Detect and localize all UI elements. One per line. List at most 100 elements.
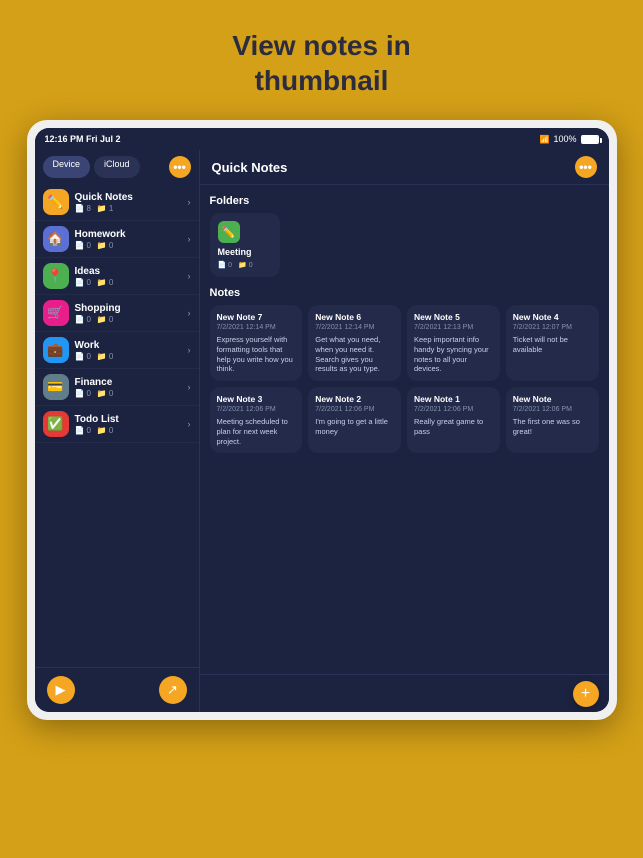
quick-notes-notes: 📄 8 <box>75 204 91 213</box>
note-4-title: New Note 4 <box>513 312 592 322</box>
work-chevron: › <box>188 345 191 355</box>
quick-notes-folders: 📁 1 <box>97 204 113 213</box>
shopping-chevron: › <box>188 308 191 318</box>
folders-section-title: Folders <box>210 195 599 207</box>
note-5[interactable]: New Note 5 7/2/2021 12:13 PM Keep import… <box>407 305 500 381</box>
status-bar: 12:16 PM Fri Jul 2 📶 100% <box>35 128 609 150</box>
note-2-body: I'm going to get a little money <box>315 417 394 437</box>
note-6[interactable]: New Note 6 7/2/2021 12:14 PM Get what yo… <box>308 305 401 381</box>
quick-notes-meta: 📄 8 📁 1 <box>75 204 188 213</box>
note-7-date: 7/2/2021 12:14 PM <box>217 324 296 331</box>
note-2[interactable]: New Note 2 7/2/2021 12:06 PM I'm going t… <box>308 387 401 453</box>
battery-percent: 100% <box>553 134 576 144</box>
main-container: Quick Notes ••• Folders ✏️ Meeting 📄 0 <box>200 150 609 712</box>
sidebar-tabs: Device iCloud ••• <box>35 150 199 184</box>
sidebar: Device iCloud ••• ✏️ Quick Notes 📄 8 📁 1 <box>35 150 200 712</box>
folder-meeting[interactable]: ✏️ Meeting 📄 0 📁 0 <box>210 213 280 277</box>
main-scroll: Folders ✏️ Meeting 📄 0 📁 0 <box>200 185 609 674</box>
todo-chevron: › <box>188 419 191 429</box>
sidebar-item-work[interactable]: 💼 Work 📄 0 📁 0 › <box>35 332 199 369</box>
share-btn[interactable]: ↗ <box>159 676 187 704</box>
note-6-title: New Note 6 <box>315 312 394 322</box>
note-5-title: New Note 5 <box>414 312 493 322</box>
battery-icon <box>581 135 599 144</box>
sidebar-item-shopping[interactable]: 🛒 Shopping 📄 0 📁 0 › <box>35 295 199 332</box>
todo-label: Todo List <box>75 414 188 425</box>
shopping-icon: 🛒 <box>43 300 69 326</box>
note-4-date: 7/2/2021 12:07 PM <box>513 324 592 331</box>
sidebar-item-todo[interactable]: ✅ Todo List 📄 0 📁 0 › <box>35 406 199 443</box>
main-content: Quick Notes ••• Folders ✏️ Meeting 📄 0 <box>200 150 609 674</box>
sidebar-footer: ▶ ↗ <box>35 667 199 712</box>
notes-section-title: Notes <box>210 287 599 299</box>
add-note-btn[interactable]: + <box>573 681 599 707</box>
note-1-date: 7/2/2021 12:06 PM <box>414 406 493 413</box>
note-4-body: Ticket will not be available <box>513 335 592 355</box>
main-title: Quick Notes <box>212 160 288 175</box>
homework-meta: 📄 0 📁 0 <box>75 241 188 250</box>
folder-meeting-meta: 📄 0 📁 0 <box>218 261 272 269</box>
homework-chevron: › <box>188 234 191 244</box>
folder-meeting-icon: ✏️ <box>218 221 240 243</box>
sidebar-more-btn[interactable]: ••• <box>169 156 191 178</box>
notes-grid: New Note 7 7/2/2021 12:14 PM Express you… <box>210 305 599 453</box>
ideas-chevron: › <box>188 271 191 281</box>
note-3-date: 7/2/2021 12:06 PM <box>217 406 296 413</box>
note-1-title: New Note 1 <box>414 394 493 404</box>
note-6-date: 7/2/2021 12:14 PM <box>315 324 394 331</box>
note-0-title: New Note <box>513 394 592 404</box>
note-7-title: New Note 7 <box>217 312 296 322</box>
tab-device[interactable]: Device <box>43 156 91 178</box>
note-2-date: 7/2/2021 12:06 PM <box>315 406 394 413</box>
folders-grid: ✏️ Meeting 📄 0 📁 0 <box>210 213 599 277</box>
shopping-meta: 📄 0 📁 0 <box>75 315 188 324</box>
page-title: View notes in thumbnail <box>232 28 410 98</box>
quick-notes-icon: ✏️ <box>43 189 69 215</box>
note-0-body: The first one was so great! <box>513 417 592 437</box>
note-5-body: Keep important info handy by syncing you… <box>414 335 493 374</box>
main-more-btn[interactable]: ••• <box>575 156 597 178</box>
finance-chevron: › <box>188 382 191 392</box>
ideas-meta: 📄 0 📁 0 <box>75 278 188 287</box>
homework-label: Homework <box>75 229 188 240</box>
note-1[interactable]: New Note 1 7/2/2021 12:06 PM Really grea… <box>407 387 500 453</box>
note-7-body: Express yourself with formatting tools t… <box>217 335 296 374</box>
sidebar-item-homework[interactable]: 🏠 Homework 📄 0 📁 0 › <box>35 221 199 258</box>
note-1-body: Really great game to pass <box>414 417 493 437</box>
sidebar-item-ideas[interactable]: 📍 Ideas 📄 0 📁 0 › <box>35 258 199 295</box>
todo-icon: ✅ <box>43 411 69 437</box>
battery-fill <box>582 136 598 143</box>
shopping-label: Shopping <box>75 303 188 314</box>
work-icon: 💼 <box>43 337 69 363</box>
status-time: 12:16 PM Fri Jul 2 <box>45 134 121 144</box>
note-3-body: Meeting scheduled to plan for next week … <box>217 417 296 446</box>
note-4[interactable]: New Note 4 7/2/2021 12:07 PM Ticket will… <box>506 305 599 381</box>
note-0[interactable]: New Note 7/2/2021 12:06 PM The first one… <box>506 387 599 453</box>
wifi-icon: 📶 <box>540 135 550 144</box>
note-6-body: Get what you need, when you need it. Sea… <box>315 335 394 374</box>
finance-icon: 💳 <box>43 374 69 400</box>
note-0-date: 7/2/2021 12:06 PM <box>513 406 592 413</box>
sidebar-items: ✏️ Quick Notes 📄 8 📁 1 › 🏠 <box>35 184 199 667</box>
ideas-icon: 📍 <box>43 263 69 289</box>
work-meta: 📄 0 📁 0 <box>75 352 188 361</box>
sidebar-item-quick-notes[interactable]: ✏️ Quick Notes 📄 8 📁 1 › <box>35 184 199 221</box>
sidebar-item-finance[interactable]: 💳 Finance 📄 0 📁 0 › <box>35 369 199 406</box>
main-bottom-bar: + <box>200 674 609 712</box>
quick-notes-label: Quick Notes <box>75 192 188 203</box>
device-inner: 12:16 PM Fri Jul 2 📶 100% Device iCloud … <box>35 128 609 712</box>
note-7[interactable]: New Note 7 7/2/2021 12:14 PM Express you… <box>210 305 303 381</box>
note-5-date: 7/2/2021 12:13 PM <box>414 324 493 331</box>
status-right: 📶 100% <box>540 134 599 144</box>
tab-icloud[interactable]: iCloud <box>94 156 140 178</box>
note-3-title: New Note 3 <box>217 394 296 404</box>
finance-meta: 📄 0 📁 0 <box>75 389 188 398</box>
homework-icon: 🏠 <box>43 226 69 252</box>
note-2-title: New Note 2 <box>315 394 394 404</box>
play-btn[interactable]: ▶ <box>47 676 75 704</box>
work-label: Work <box>75 340 188 351</box>
app-bar: Device iCloud ••• ✏️ Quick Notes 📄 8 📁 1 <box>35 150 609 712</box>
finance-label: Finance <box>75 377 188 388</box>
device-frame: 12:16 PM Fri Jul 2 📶 100% Device iCloud … <box>27 120 617 720</box>
note-3[interactable]: New Note 3 7/2/2021 12:06 PM Meeting sch… <box>210 387 303 453</box>
